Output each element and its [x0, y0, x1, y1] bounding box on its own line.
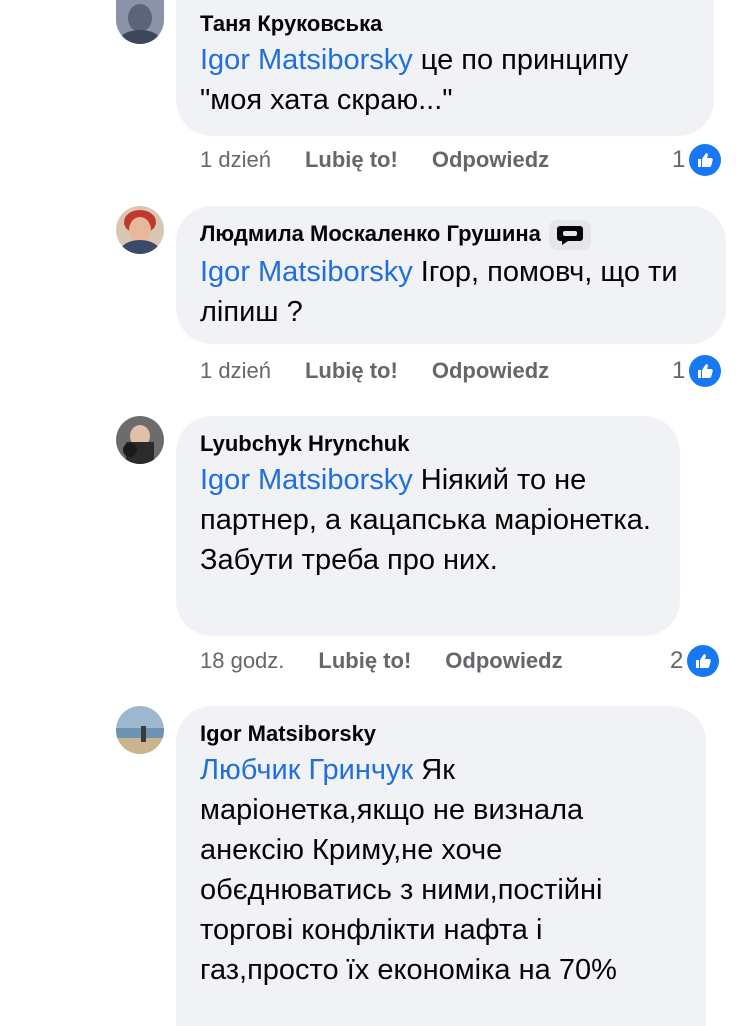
- comment-timestamp[interactable]: 18 godz.: [200, 648, 284, 674]
- reply-button[interactable]: Odpowiedz: [432, 358, 549, 384]
- like-button[interactable]: Lubię to!: [305, 358, 398, 384]
- comment-bubble: Таня Круковська Igor Matsiborsky це по п…: [176, 0, 714, 136]
- comment-actions: 1 dzień Lubię to! Odpowiedz: [200, 355, 583, 387]
- comment-timestamp[interactable]: 1 dzień: [200, 147, 271, 173]
- comment-text: Igor Matsiborsky Ніякий то не партнер, а…: [200, 460, 658, 580]
- comment-timestamp[interactable]: 1 dzień: [200, 358, 271, 384]
- thumbs-up-icon: [689, 144, 722, 176]
- author-name[interactable]: Людмила Москаленко Грушина: [200, 221, 541, 246]
- comment-mention[interactable]: Igor Matsiborsky: [200, 256, 413, 288]
- comment-bubble: Lyubchyk Hrynchuk Igor Matsiborsky Ніяки…: [176, 416, 680, 636]
- comment-mention[interactable]: Igor Matsiborsky: [200, 464, 413, 496]
- comment-author[interactable]: Таня Круковська: [200, 10, 692, 38]
- comment-actions: 1 dzień Lubię to! Odpowiedz: [200, 144, 583, 176]
- reply-button[interactable]: Odpowiedz: [432, 147, 549, 173]
- comment-text: Igor Matsiborsky Ігор, помовч, що ти ліп…: [200, 252, 704, 332]
- comment-author[interactable]: Igor Matsiborsky: [200, 720, 684, 748]
- avatar[interactable]: [116, 706, 164, 754]
- comment-text: Igor Matsiborsky це по принципу "моя хат…: [200, 40, 692, 120]
- comment-bubble: Людмила Москаленко Грушина Igor Matsibor…: [176, 206, 726, 344]
- comment-text: Любчик Гринчук Як маріонетка,якщо не виз…: [200, 750, 684, 990]
- avatar[interactable]: [116, 416, 164, 464]
- comment-mention[interactable]: Igor Matsiborsky: [200, 44, 413, 76]
- comment-bubble: Igor Matsiborsky Любчик Гринчук Як маріо…: [176, 706, 706, 1026]
- reaction-count: 1: [672, 357, 686, 384]
- like-button[interactable]: Lubię to!: [318, 648, 411, 674]
- avatar[interactable]: [116, 0, 164, 44]
- reaction-summary[interactable]: 1: [672, 142, 722, 178]
- comment-author: Людмила Москаленко Грушина: [200, 220, 704, 251]
- comment-mention[interactable]: Любчик Гринчук: [200, 754, 413, 786]
- like-button[interactable]: Lubię to!: [305, 147, 398, 173]
- thumbs-up-icon: [689, 355, 722, 387]
- avatar[interactable]: [116, 206, 164, 254]
- comment-author[interactable]: Lyubchyk Hrynchuk: [200, 430, 658, 458]
- comment-actions: 18 godz. Lubię to! Odpowiedz: [200, 645, 597, 677]
- reaction-count: 1: [672, 146, 686, 173]
- conversation-starter-badge-icon[interactable]: [548, 220, 591, 251]
- reaction-summary[interactable]: 2: [670, 643, 720, 679]
- reply-button[interactable]: Odpowiedz: [445, 648, 562, 674]
- comment-message: Як маріонетка,якщо не визнала анексію Кр…: [200, 754, 617, 986]
- thumbs-up-icon: [687, 645, 720, 677]
- reaction-summary[interactable]: 1: [672, 353, 722, 389]
- reaction-count: 2: [670, 647, 684, 674]
